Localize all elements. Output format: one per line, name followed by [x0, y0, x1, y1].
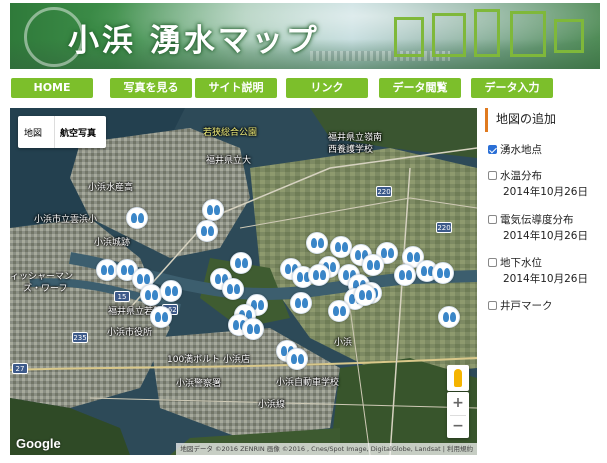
zoom-out-button[interactable]: −	[447, 415, 469, 438]
spring-marker[interactable]	[394, 264, 416, 286]
nav-home-button[interactable]: HOME	[11, 78, 93, 98]
site-banner: 小浜 湧水マップ	[10, 3, 600, 69]
spring-marker[interactable]	[432, 262, 454, 284]
spring-marker[interactable]	[308, 264, 330, 286]
layer-date: 2014年10月26日	[503, 273, 588, 285]
map-type-map-button[interactable]: 地図	[24, 126, 42, 139]
spring-marker[interactable]	[150, 306, 172, 328]
layer-label: 地下水位	[500, 257, 542, 269]
map-attribution: 地図データ ©2016 ZENRIN 画像 ©2016 , Cnes/Spot …	[176, 443, 477, 455]
zoom-in-button[interactable]: +	[447, 392, 469, 415]
spring-marker[interactable]	[160, 280, 182, 302]
place-label: 若狭総合公園	[203, 128, 258, 138]
layer-label: 湧水地点	[500, 144, 542, 156]
road-shield: 220	[376, 186, 392, 197]
map-type-satellite-button[interactable]: 航空写真	[60, 126, 96, 139]
place-label: 福井県立大	[206, 156, 252, 166]
map-type-control: 地図 航空写真	[18, 116, 106, 148]
layer-panel: 地図の追加 湧水地点 水温分布 2014年10月26日 電気伝導度分布 2014…	[485, 108, 605, 448]
spring-marker[interactable]	[242, 318, 264, 340]
layer-panel-title: 地図の追加	[485, 108, 603, 132]
spring-marker[interactable]	[354, 284, 376, 306]
nav-photos-button[interactable]: 写真を見る	[110, 78, 192, 98]
spring-marker[interactable]	[222, 278, 244, 300]
layer-option-groundwater[interactable]: 地下水位 2014年10月26日	[488, 255, 588, 286]
road-shield: 15	[114, 291, 130, 302]
nav-links-button[interactable]: リンク	[286, 78, 368, 98]
spring-marker[interactable]	[330, 236, 352, 258]
place-label: ズ・ワーフ	[23, 284, 68, 294]
layer-option-springs[interactable]: 湧水地点	[488, 142, 542, 157]
spring-marker[interactable]	[202, 199, 224, 221]
layer-label: 水温分布	[500, 170, 542, 182]
satellite-map[interactable]: 地図 航空写真 若狭総合公園 福井県立大 福井県立嶺南 西養護学校 小浜水産高 …	[10, 108, 477, 455]
checkbox-conductivity[interactable]	[488, 215, 497, 224]
spring-marker[interactable]	[306, 232, 328, 254]
place-label: 小浜自動車学校	[276, 378, 340, 388]
spring-marker[interactable]	[290, 292, 312, 314]
checkbox-water-temp[interactable]	[488, 171, 497, 180]
place-label: 小浜警察署	[176, 379, 222, 389]
site-title: 小浜 湧水マップ	[24, 7, 320, 67]
map-type-divider	[54, 116, 55, 148]
spring-marker[interactable]	[196, 220, 218, 242]
place-label: 小浜市立雲浜小	[34, 215, 98, 225]
nav-data-view-button[interactable]: データ閲覧	[379, 78, 461, 98]
place-label: 西養護学校	[328, 145, 374, 155]
spring-marker[interactable]	[438, 306, 460, 328]
road-shield: 235	[72, 332, 88, 343]
spring-marker[interactable]	[362, 254, 384, 276]
layer-label: 井戸マーク	[500, 300, 553, 312]
google-logo: Google	[16, 436, 61, 451]
layer-option-wells[interactable]: 井戸マーク	[488, 298, 553, 313]
layer-option-conductivity[interactable]: 電気伝導度分布 2014年10月26日	[488, 212, 588, 243]
layer-label: 電気伝導度分布	[500, 214, 574, 226]
layer-date: 2014年10月26日	[503, 186, 588, 198]
place-label: 小浜線	[258, 400, 286, 410]
main-nav: HOME 写真を見る サイト説明 リンク データ閲覧 データ入力	[11, 78, 599, 98]
spring-marker[interactable]	[140, 284, 162, 306]
layer-option-water-temp[interactable]: 水温分布 2014年10月26日	[488, 168, 588, 199]
pegman-icon	[454, 369, 462, 387]
place-label: 小浜城跡	[94, 238, 131, 248]
checkbox-groundwater[interactable]	[488, 258, 497, 267]
street-view-pegman[interactable]	[447, 365, 469, 391]
place-label: 小浜	[334, 338, 353, 348]
checkbox-wells[interactable]	[488, 301, 497, 310]
spring-marker[interactable]	[230, 252, 252, 274]
nav-data-input-button[interactable]: データ入力	[471, 78, 553, 98]
spring-marker[interactable]	[328, 300, 350, 322]
title-ring-decoration	[24, 7, 84, 67]
road-shield: 220	[436, 222, 452, 233]
place-label: 100満ボルト 小浜店	[167, 355, 251, 365]
zoom-control: + −	[447, 392, 469, 438]
banner-logo-glyphs	[392, 7, 592, 65]
road-shield: 27	[12, 363, 28, 374]
place-label: 小浜市役所	[107, 328, 153, 338]
zoom-divider	[450, 415, 466, 416]
spring-marker[interactable]	[286, 348, 308, 370]
site-title-text: 小浜 湧水マップ	[68, 23, 320, 59]
spring-marker[interactable]	[126, 207, 148, 229]
place-label: 小浜水産高	[88, 183, 134, 193]
checkbox-springs[interactable]	[488, 145, 497, 154]
layer-date: 2014年10月26日	[503, 230, 588, 242]
nav-about-button[interactable]: サイト説明	[195, 78, 277, 98]
spring-marker[interactable]	[96, 259, 118, 281]
